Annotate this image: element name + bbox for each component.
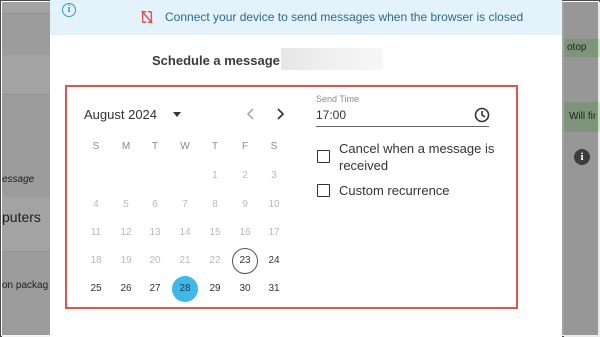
cancel-on-reply-label-line: Cancel when a message is	[339, 141, 495, 156]
calendar-day: 19	[120, 255, 132, 266]
calendar-day[interactable]: 27	[142, 276, 168, 302]
calendar-day[interactable]: 29	[202, 276, 228, 302]
calendar-day: 18	[90, 255, 102, 266]
calendar-day: 12	[120, 227, 132, 238]
weekday-label: S	[92, 141, 100, 152]
sync-off-icon	[141, 10, 153, 24]
calendar-day: 15	[209, 227, 221, 238]
month-label[interactable]: August 2024	[84, 107, 157, 122]
weekday-label: T	[211, 141, 219, 152]
calendar-day: 9	[242, 199, 248, 210]
calendar-day: 22	[209, 255, 221, 266]
banner-text: Connect your device to send messages whe…	[165, 10, 524, 24]
recipient-name	[281, 48, 383, 70]
calendar-day: 20	[149, 255, 161, 266]
connect-device-banner: i Connect your device to send messages w…	[50, 0, 562, 35]
calendar-day: 6	[152, 199, 158, 210]
calendar-day: 16	[239, 227, 251, 238]
calendar-day: 8	[212, 199, 218, 210]
calendar-day: 3	[271, 170, 277, 181]
info-icon: i	[62, 3, 76, 17]
calendar-day: 2	[242, 170, 248, 181]
calendar-day: 14	[179, 227, 191, 238]
cancel-on-reply-label[interactable]: Cancel when a message is received	[339, 140, 494, 174]
calendar-day: 7	[182, 199, 188, 210]
calendar-day: 4	[93, 199, 99, 210]
calendar-day: 10	[268, 199, 280, 210]
send-time-label: Send Time	[316, 94, 360, 104]
schedule-label: Schedule a message to	[152, 53, 296, 68]
calendar-day: 17	[268, 227, 280, 238]
calendar-day[interactable]: 24	[261, 248, 287, 274]
custom-recurrence-checkbox[interactable]	[317, 184, 330, 197]
cancel-on-reply-checkbox[interactable]	[317, 150, 330, 163]
calendar-day: 13	[149, 227, 161, 238]
calendar-day: 21	[179, 255, 191, 266]
calendar-day[interactable]: 25	[83, 276, 109, 302]
cancel-on-reply-label-line: received	[339, 158, 389, 173]
calendar-day: 1	[212, 170, 218, 181]
calendar-day: 11	[90, 227, 102, 238]
weekday-label: T	[151, 141, 159, 152]
clock-icon[interactable]	[474, 107, 490, 123]
next-month-icon[interactable]	[272, 106, 288, 122]
schedule-message-dialog: i Connect your device to send messages w…	[50, 0, 590, 337]
weekday-label: S	[270, 141, 278, 152]
today-date[interactable]: 23	[232, 248, 258, 274]
send-time-input[interactable]	[316, 106, 489, 127]
weekday-label: F	[241, 141, 249, 152]
selected-date[interactable]: 28	[172, 276, 198, 302]
calendar-day[interactable]: 30	[232, 276, 258, 302]
previous-month-icon[interactable]	[243, 106, 259, 122]
calendar-day[interactable]: 31	[261, 276, 287, 302]
weekday-label: M	[121, 141, 131, 152]
info-icon[interactable]: i	[574, 149, 590, 165]
custom-recurrence-label[interactable]: Custom recurrence	[339, 182, 450, 199]
month-dropdown-icon[interactable]	[173, 112, 181, 117]
calendar-day[interactable]: 26	[113, 276, 139, 302]
calendar-day: 5	[123, 199, 129, 210]
weekday-label: W	[180, 141, 190, 152]
